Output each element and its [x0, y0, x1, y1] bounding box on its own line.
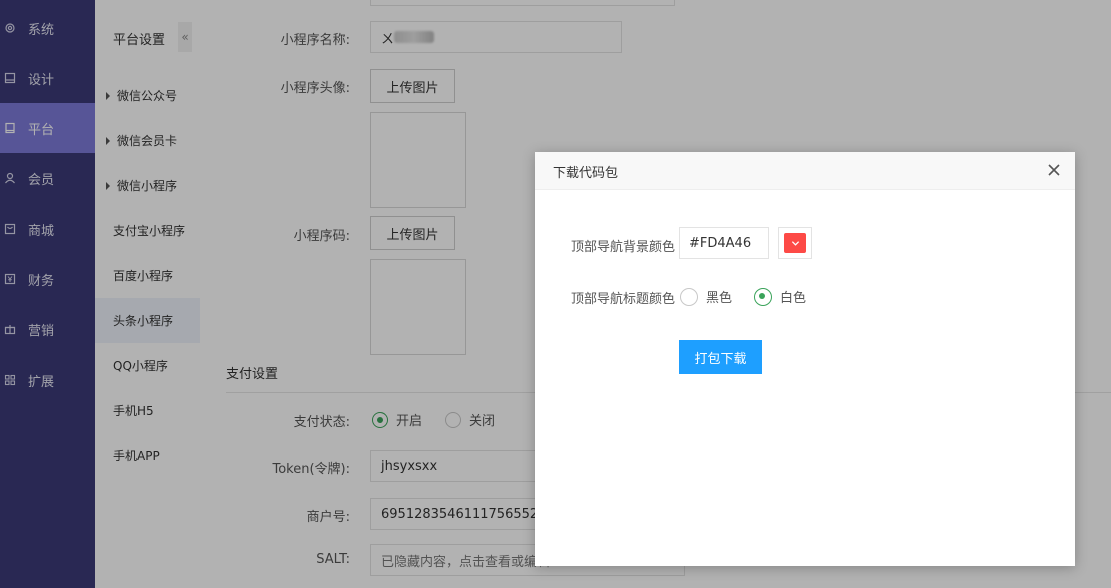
title-color-white-radio[interactable]: 白色: [754, 287, 806, 306]
bg-color-value: #FD4A46: [689, 235, 752, 251]
radio-circle: [680, 287, 698, 306]
radio-circle: [754, 287, 772, 306]
bg-color-input[interactable]: #FD4A46: [679, 227, 769, 259]
title-color-black-radio[interactable]: 黑色: [680, 287, 732, 306]
chevron-down-icon: [791, 240, 799, 246]
color-picker-button[interactable]: [778, 227, 812, 259]
download-dialog: 下载代码包 顶部导航背景颜色 #FD4A46 顶部导航标题颜色 黑色 白色 打包…: [535, 152, 1075, 566]
dialog-title: 下载代码包: [553, 166, 619, 181]
pack-download-button[interactable]: 打包下载: [679, 340, 762, 374]
dialog-header: 下载代码包: [535, 152, 1075, 190]
radio-label: 黑色: [706, 291, 733, 306]
radio-label: 白色: [780, 291, 807, 306]
color-swatch: [784, 233, 806, 253]
title-color-label: 顶部导航标题颜色: [570, 292, 675, 307]
bg-color-label: 顶部导航背景颜色: [570, 240, 675, 255]
close-icon[interactable]: [1047, 163, 1061, 177]
